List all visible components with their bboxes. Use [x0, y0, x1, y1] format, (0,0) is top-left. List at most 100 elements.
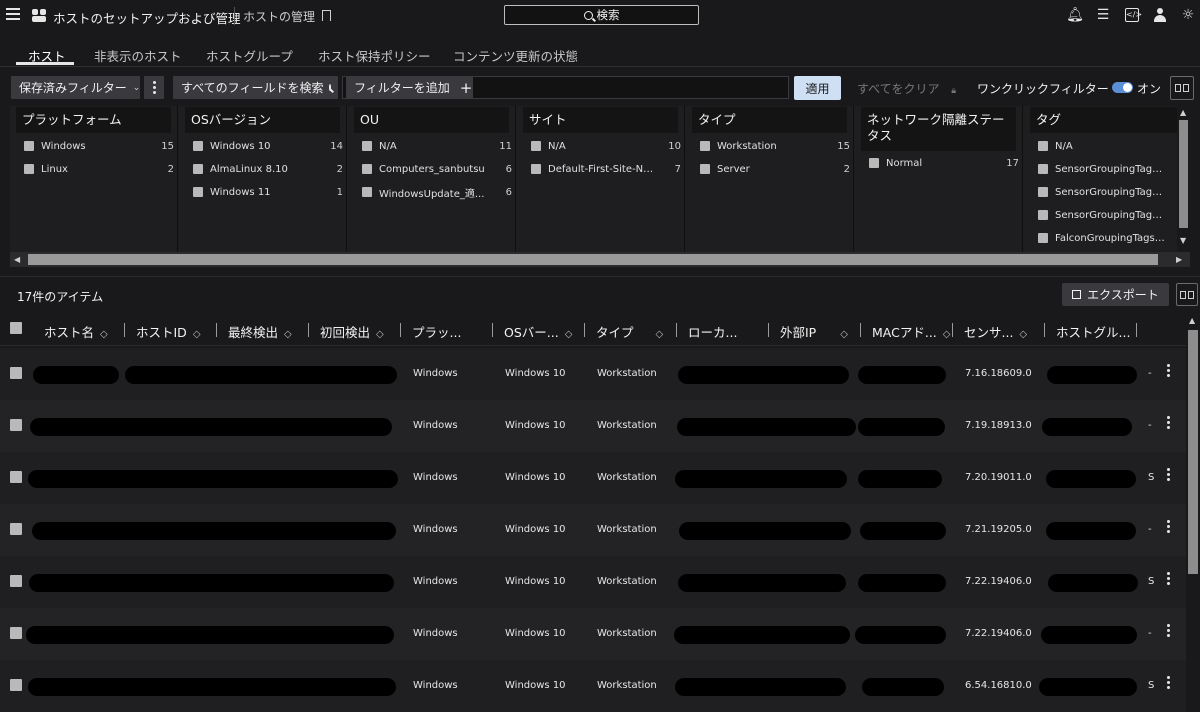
- checkbox[interactable]: [531, 164, 541, 174]
- row-checkbox[interactable]: [10, 627, 22, 639]
- panel-layout-button[interactable]: [1170, 76, 1194, 100]
- column-divider[interactable]: [768, 323, 769, 337]
- code-icon[interactable]: </>: [1124, 7, 1142, 23]
- facet-option[interactable]: FalconGroupingTags/...: [1038, 231, 1188, 245]
- facet-option[interactable]: N/A 11: [362, 139, 512, 153]
- checkbox[interactable]: [700, 164, 710, 174]
- column-divider[interactable]: [400, 323, 401, 337]
- table-row[interactable]: Windows Windows 10 Workstation 7.22.1940…: [0, 556, 1186, 608]
- export-button[interactable]: エクスポート: [1062, 283, 1169, 306]
- row-checkbox[interactable]: [10, 523, 22, 535]
- column-divider[interactable]: [952, 323, 953, 337]
- checkbox[interactable]: [1038, 187, 1048, 197]
- user-icon[interactable]: [1152, 7, 1168, 23]
- table-layout-button[interactable]: [1176, 283, 1198, 306]
- scrollbar-thumb[interactable]: [1188, 330, 1198, 574]
- scrollbar-thumb[interactable]: [1179, 120, 1188, 228]
- table-row[interactable]: Windows Windows 10 Workstation 7.19.1891…: [0, 400, 1186, 452]
- global-search-button[interactable]: 検索: [504, 5, 699, 25]
- facet-option[interactable]: AlmaLinux 8.10 2: [193, 162, 343, 176]
- checkbox[interactable]: [1038, 141, 1048, 151]
- sort-icon[interactable]: ◇: [1019, 329, 1027, 340]
- table-row[interactable]: Windows Windows 10 Workstation 7.20.1901…: [0, 452, 1186, 504]
- column-divider[interactable]: [1044, 323, 1045, 337]
- checkbox[interactable]: [362, 164, 372, 174]
- row-checkbox[interactable]: [10, 575, 22, 587]
- row-actions-kebab-icon[interactable]: [1167, 364, 1171, 380]
- tab-host-retention-policy[interactable]: ホスト保持ポリシー: [318, 46, 431, 65]
- checkbox[interactable]: [1038, 210, 1048, 220]
- tab-hidden-hosts[interactable]: 非表示のホスト: [94, 46, 182, 65]
- one-click-filter-toggle[interactable]: [1112, 82, 1133, 93]
- saved-filters-dropdown[interactable]: 保存済みフィルター ⌄: [11, 76, 140, 99]
- scrollbar-thumb[interactable]: [28, 254, 1158, 265]
- column-header-mac-address[interactable]: MACアド... ◇: [872, 322, 950, 341]
- row-actions-kebab-icon[interactable]: [1167, 468, 1171, 484]
- row-actions-kebab-icon[interactable]: [1167, 520, 1171, 536]
- row-checkbox[interactable]: [10, 367, 22, 379]
- search-all-fields-button[interactable]: すべてのフィールドを検索: [173, 76, 338, 99]
- checkbox[interactable]: [1038, 233, 1048, 243]
- facet-option[interactable]: Windows 11 1: [193, 185, 343, 199]
- facet-option[interactable]: Windows 10 14: [193, 139, 343, 153]
- column-header-first-seen[interactable]: 初回検出 ◇: [320, 322, 384, 341]
- column-divider[interactable]: [860, 323, 861, 337]
- row-actions-kebab-icon[interactable]: [1167, 624, 1171, 640]
- sort-icon[interactable]: ◇: [284, 329, 292, 340]
- column-divider[interactable]: [1136, 323, 1137, 337]
- checkbox[interactable]: [193, 187, 203, 197]
- facet-option[interactable]: WindowsUpdate_適... 6: [362, 185, 512, 200]
- facet-option[interactable]: SensorGroupingTags/...: [1038, 185, 1188, 199]
- scroll-down-arrow-icon[interactable]: ▼: [1180, 236, 1186, 245]
- checkbox[interactable]: [531, 141, 541, 151]
- checkbox[interactable]: [362, 187, 372, 197]
- checkbox[interactable]: [869, 158, 879, 168]
- table-vertical-scrollbar[interactable]: ▲: [1186, 314, 1200, 708]
- bell-icon[interactable]: 🔔︎: [1066, 7, 1084, 23]
- sort-icon[interactable]: ◇: [943, 329, 951, 340]
- facet-option[interactable]: N/A1: [1038, 139, 1188, 153]
- scroll-up-arrow-icon[interactable]: ▲: [1180, 108, 1186, 117]
- sort-icon[interactable]: ◇: [840, 329, 848, 340]
- column-divider[interactable]: [676, 323, 677, 337]
- bookmark-icon[interactable]: [322, 10, 331, 21]
- stack-icon[interactable]: ☰: [1095, 7, 1111, 23]
- more-options-button[interactable]: [144, 76, 164, 99]
- facet-option[interactable]: Linux 2: [24, 162, 174, 176]
- checkbox[interactable]: [1038, 164, 1048, 174]
- column-header-hostname[interactable]: ホスト名 ◇: [44, 322, 108, 341]
- column-header-host-group[interactable]: ホストグル...: [1056, 322, 1130, 341]
- add-filter-button[interactable]: フィルターを追加 +: [346, 76, 473, 99]
- facet-option[interactable]: SensorGroupingTags/...: [1038, 208, 1188, 222]
- table-row[interactable]: Windows Windows 10 Workstation 7.22.1940…: [0, 608, 1186, 660]
- column-header-os-version[interactable]: OSバー... ◇: [504, 322, 572, 341]
- checkbox[interactable]: [362, 141, 372, 151]
- column-header-platform[interactable]: プラッ...: [412, 322, 461, 341]
- facet-option[interactable]: Workstation 15: [700, 139, 850, 153]
- scroll-up-arrow-icon[interactable]: ▲: [1189, 316, 1195, 325]
- row-actions-kebab-icon[interactable]: [1167, 572, 1171, 588]
- row-checkbox[interactable]: [10, 419, 22, 431]
- checkbox[interactable]: [24, 141, 34, 151]
- sort-icon[interactable]: ◇: [193, 329, 201, 340]
- facet-option[interactable]: SensorGroupingTags/...: [1038, 162, 1188, 176]
- facet-option[interactable]: N/A 10: [531, 139, 681, 153]
- column-header-local-ip[interactable]: ローカ...: [688, 322, 737, 341]
- column-divider[interactable]: [308, 323, 309, 337]
- tab-host-groups[interactable]: ホストグループ: [206, 46, 293, 65]
- sort-icon[interactable]: ◇: [376, 329, 384, 340]
- checkbox[interactable]: [700, 141, 710, 151]
- column-divider[interactable]: [216, 323, 217, 337]
- facet-option[interactable]: Windows 15: [24, 139, 174, 153]
- select-all-checkbox[interactable]: [10, 322, 22, 334]
- column-header-sensor-version[interactable]: センサ... ◇: [964, 322, 1027, 341]
- facet-vertical-scrollbar[interactable]: ▲ ▼: [1177, 106, 1190, 252]
- row-actions-kebab-icon[interactable]: [1167, 416, 1171, 432]
- facet-horizontal-scrollbar[interactable]: ◀ ▶: [10, 252, 1190, 267]
- facet-option[interactable]: Default-First-Site-Na... 7: [531, 162, 681, 176]
- column-header-external-ip[interactable]: 外部IP ◇: [780, 322, 848, 341]
- row-actions-kebab-icon[interactable]: [1167, 676, 1171, 692]
- row-checkbox[interactable]: [10, 679, 22, 691]
- breadcrumb[interactable]: ホストの管理: [243, 8, 315, 25]
- tab-content-update-status[interactable]: コンテンツ更新の状態: [453, 46, 578, 65]
